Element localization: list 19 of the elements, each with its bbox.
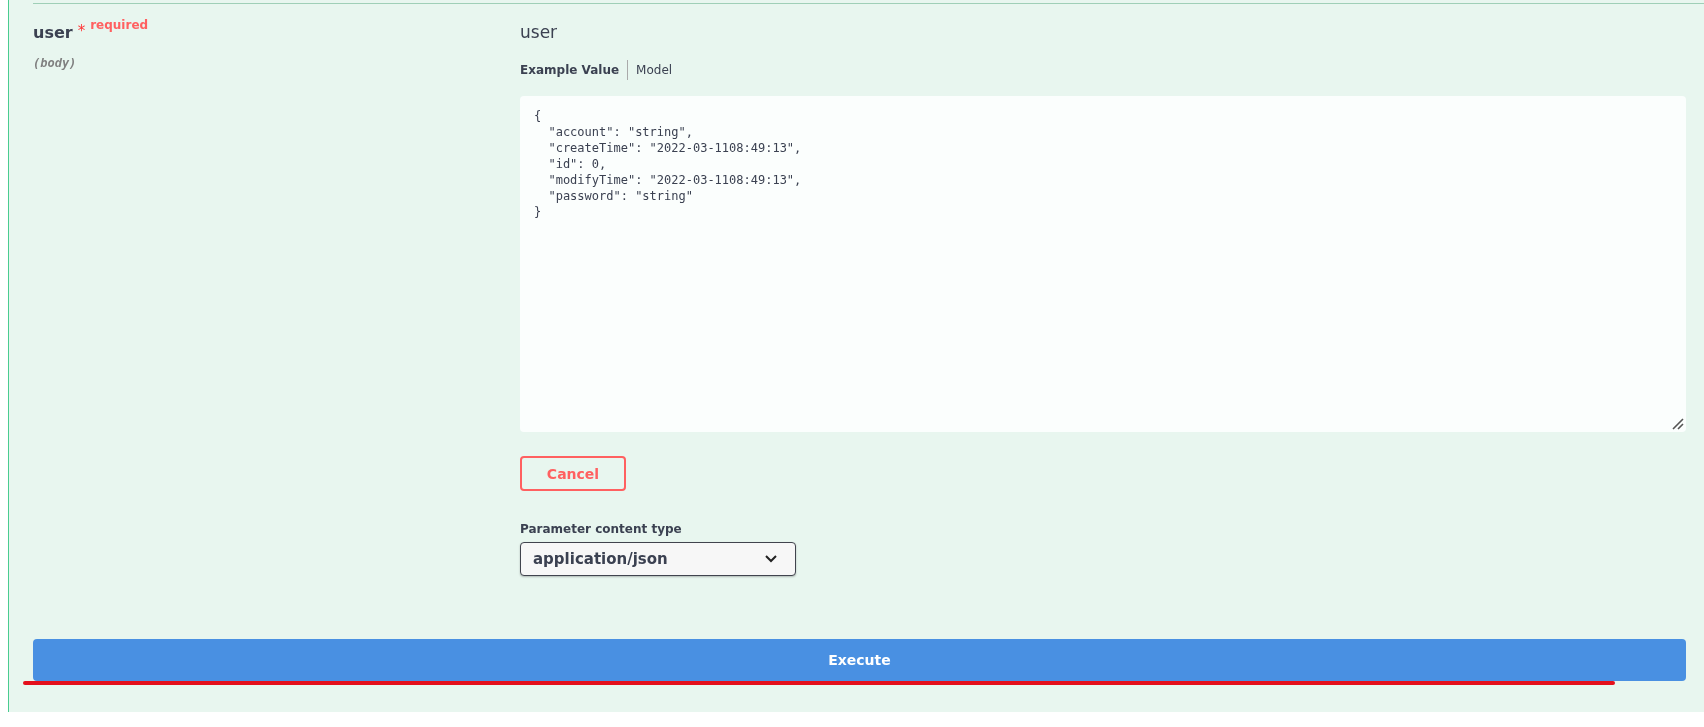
code-line: "id": 0, xyxy=(547,156,608,172)
parameter-location: (body) xyxy=(33,56,78,70)
content-type-label: Parameter content type xyxy=(520,522,683,536)
resize-handle-icon[interactable] xyxy=(1672,418,1684,430)
code-line: "password": "string" xyxy=(547,188,694,204)
code-line: { xyxy=(534,108,543,124)
required-mark: * xyxy=(77,22,86,40)
tab[interactable]: Model xyxy=(636,63,673,77)
content-type-select[interactable]: application/json xyxy=(520,542,796,576)
parameter-title: user xyxy=(520,22,559,42)
required-label: required xyxy=(90,18,149,32)
parameter-name: user xyxy=(33,23,73,42)
code-line: } xyxy=(534,204,543,220)
code-line: "createTime": "2022-03-1108:49:13", xyxy=(547,140,803,156)
code-line: "modifyTime": "2022-03-1108:49:13", xyxy=(547,172,803,188)
code-line: "account": "string", xyxy=(547,124,694,140)
code-editor[interactable]: { "account": "string", "createTime": "2022-03-1108:49:13", "id": 0, "modifyTime": "2022-03-1108:49:13", "password": "string" } xyxy=(520,96,1686,432)
tab[interactable]: Example Value xyxy=(520,63,620,77)
chevron-down-icon xyxy=(765,555,777,563)
